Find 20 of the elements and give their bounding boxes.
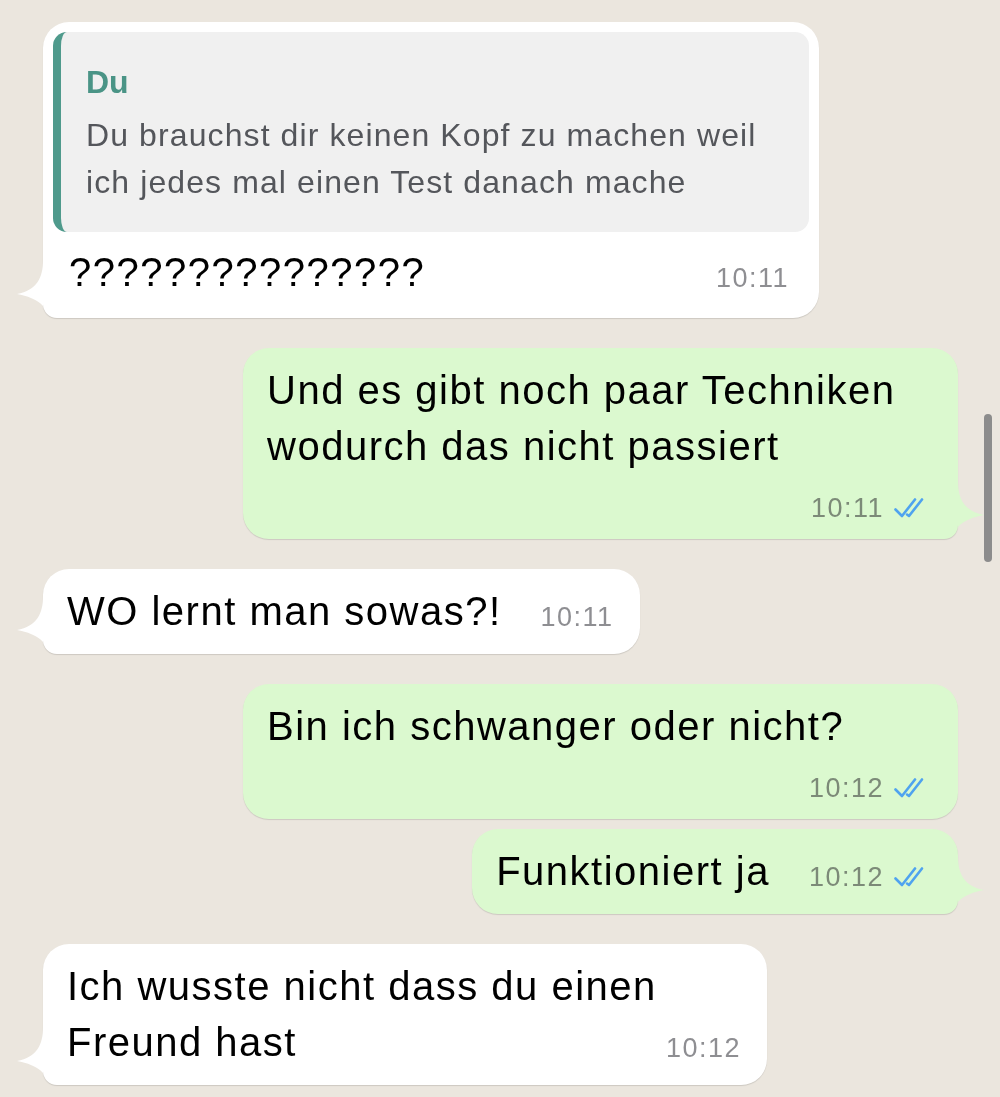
message-text: ??????????????? bbox=[69, 250, 426, 294]
message-bubble[interactable]: Bin ich schwanger oder nicht? 10:12 bbox=[243, 684, 958, 819]
message-text: Funktioniert ja bbox=[496, 849, 770, 893]
scrollbar[interactable] bbox=[984, 414, 992, 562]
message-time: 10:11 bbox=[810, 492, 884, 524]
message-bubble[interactable]: Du Du brauchst dir keinen Kopf zu machen weil ich jedes mal einen Test danach mache ??????????????? 10:11 bbox=[43, 22, 819, 318]
message-time: 10:11 bbox=[715, 262, 789, 294]
message-text: Bin ich schwanger oder nicht? bbox=[267, 704, 845, 748]
message-text: Ich wusste nicht dass du einen Freund hast bbox=[67, 964, 657, 1064]
message-time: 10:12 bbox=[808, 772, 884, 804]
message-time: 10:11 bbox=[540, 601, 614, 633]
quoted-message[interactable]: Du Du brauchst dir keinen Kopf zu machen weil ich jedes mal einen Test danach mache bbox=[53, 32, 809, 232]
message-text: Und es gibt noch paar Techniken wodurch das nicht passiert bbox=[267, 368, 896, 468]
message-time: 10:12 bbox=[808, 861, 884, 893]
quote-author: Du bbox=[86, 63, 130, 102]
message-text: WO lernt man sowas?! bbox=[67, 589, 502, 633]
quote-text: Du brauchst dir keinen Kopf zu machen weil ich jedes mal einen Test danach mache bbox=[86, 116, 758, 202]
message-bubble[interactable]: Und es gibt noch paar Techniken wodurch das nicht passiert 10:11 bbox=[243, 348, 958, 539]
message-time: 10:12 bbox=[665, 1032, 741, 1064]
message-bubble[interactable]: Ich wusste nicht dass du einen Freund hast 10:12 bbox=[43, 944, 767, 1085]
